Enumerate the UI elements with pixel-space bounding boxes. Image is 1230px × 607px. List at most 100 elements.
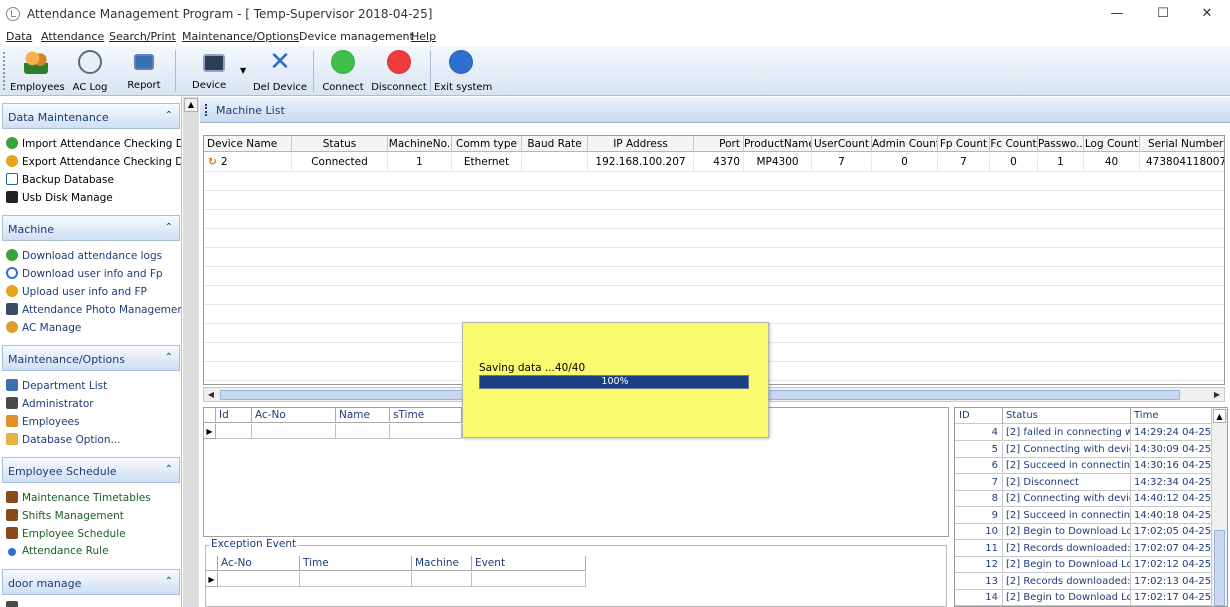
collapse-chevron-icon[interactable]: ⌃ xyxy=(165,222,173,233)
column-header[interactable]: Id xyxy=(216,408,252,423)
column-header[interactable]: Passwo... xyxy=(1038,136,1084,152)
column-header[interactable]: Admin Count xyxy=(872,136,938,152)
ac-log-button[interactable]: AC Log xyxy=(68,48,112,94)
log-row[interactable]: 11[2] Records downloaded: 4017:02:07 04-… xyxy=(955,540,1227,557)
column-header[interactable]: IP Address xyxy=(588,136,694,152)
sidebar-scrollbar[interactable]: ▲ xyxy=(183,97,199,607)
menu-device-management[interactable]: Device management xyxy=(299,30,414,43)
scroll-up-arrow-icon[interactable]: ▲ xyxy=(184,98,198,112)
table-cell[interactable] xyxy=(390,424,462,439)
column-header[interactable]: Status xyxy=(292,136,388,152)
log-row[interactable]: 12 [2] Begin to Download Log 17:02:12 04-2… xyxy=(955,557,1227,573)
employees-button[interactable]: Employees xyxy=(10,48,65,94)
collapse-chevron-icon[interactable]: ⌃ xyxy=(165,576,173,587)
exit-system-button[interactable]: Exit system xyxy=(434,48,492,94)
table-cell[interactable] xyxy=(412,572,472,587)
table-cell[interactable] xyxy=(300,572,412,587)
column-header[interactable]: Device Name xyxy=(204,136,292,152)
column-header[interactable]: Log Count xyxy=(1084,136,1140,152)
table-cell[interactable] xyxy=(216,424,252,439)
device-dropdown-icon[interactable]: ▼ xyxy=(240,66,246,75)
sidebar-section-door-manage[interactable]: door manage ⌃ xyxy=(2,569,180,595)
column-header[interactable]: Comm type xyxy=(452,136,522,152)
column-header[interactable]: Event xyxy=(472,556,586,571)
column-header[interactable]: ID xyxy=(955,408,1003,424)
column-header[interactable]: UserCount xyxy=(812,136,872,152)
menu-maintenance-options[interactable]: Maintenance/Options xyxy=(182,30,299,43)
sidebar-item-shifts-management[interactable]: Shifts Management xyxy=(6,509,124,522)
connect-button[interactable]: Connect xyxy=(320,48,366,94)
del-device-button[interactable]: ✕ Del Device xyxy=(252,48,308,94)
sidebar-item-download-logs[interactable]: Download attendance logs xyxy=(6,249,162,262)
sidebar-item-ac-manage[interactable]: AC Manage xyxy=(6,321,81,334)
column-header[interactable]: Fp Count xyxy=(938,136,990,152)
sidebar-item-photo-management[interactable]: Attendance Photo Management xyxy=(6,303,181,316)
sidebar-item-upload-user-info[interactable]: Upload user info and FP xyxy=(6,285,147,298)
collapse-chevron-icon[interactable]: ⌃ xyxy=(165,464,173,475)
column-header[interactable]: ProductName xyxy=(744,136,812,152)
column-header[interactable]: Baud Rate xyxy=(522,136,588,152)
sidebar-section-data-maintenance[interactable]: Data Maintenance ⌃ xyxy=(2,103,180,129)
device-button[interactable]: Device xyxy=(186,48,242,94)
log-row[interactable]: 14 [2] Begin to Download Log 17:02:17 04-2… xyxy=(955,590,1227,606)
sidebar-item-administrator[interactable]: Administrator xyxy=(6,397,94,410)
close-button[interactable]: ✕ xyxy=(1184,0,1230,28)
log-row[interactable]: 7 [2] Disconnect 14:32:34 04-25 xyxy=(955,474,1227,491)
log-row[interactable]: 5[2] Connecting with device,pl14:30:09 0… xyxy=(955,441,1227,458)
sidebar-item-attendance-rule[interactable]: Attendance Rule xyxy=(6,545,109,557)
table-row[interactable]: ↻ 2 Connected 1 Ethernet 192.168.100.207 … xyxy=(204,153,1224,172)
collapse-chevron-icon[interactable]: ⌃ xyxy=(165,110,173,121)
column-header[interactable]: Serial Number xyxy=(1140,136,1224,152)
column-header[interactable]: Time xyxy=(1131,408,1211,424)
sidebar-item-department-list[interactable]: Department List xyxy=(6,379,107,392)
sidebar-section-employee-schedule[interactable]: Employee Schedule ⌃ xyxy=(2,457,180,483)
sidebar-item-usb-disk[interactable]: Usb Disk Manage xyxy=(6,191,113,204)
table-cell[interactable] xyxy=(336,424,390,439)
table-cell[interactable] xyxy=(472,572,586,587)
log-row[interactable]: 9[2] Succeed in connecting wi14:40:18 04… xyxy=(955,507,1227,524)
sidebar-item-backup-database[interactable]: Backup Database xyxy=(6,173,114,186)
column-header[interactable]: Name xyxy=(336,408,390,423)
column-header[interactable]: MachineNo. xyxy=(388,136,452,152)
sidebar-item-maintenance-timetables[interactable]: Maintenance Timetables xyxy=(6,491,151,504)
scroll-up-arrow-icon[interactable]: ▲ xyxy=(1213,409,1226,423)
scroll-thumb[interactable] xyxy=(1214,530,1225,606)
sidebar-item-download-user-info[interactable]: Download user info and Fp xyxy=(6,267,163,280)
scroll-left-arrow-icon[interactable]: ◀ xyxy=(204,388,218,401)
minimize-button[interactable]: — xyxy=(1094,0,1140,28)
column-header[interactable]: Ac-No xyxy=(218,556,300,571)
report-button[interactable]: Report xyxy=(124,48,164,94)
column-header[interactable]: Time xyxy=(300,556,412,571)
log-row[interactable]: 6[2] Succeed in connecting wi14:30:16 04… xyxy=(955,458,1227,474)
log-vscrollbar[interactable]: ▲ xyxy=(1211,408,1227,606)
log-row[interactable]: 10 [2] Begin to Download Log 17:02:05 04-2… xyxy=(955,524,1227,540)
table-cell[interactable] xyxy=(252,424,336,439)
scroll-right-arrow-icon[interactable]: ▶ xyxy=(1210,388,1224,401)
collapse-chevron-icon[interactable]: ⌃ xyxy=(165,352,173,363)
sidebar-item-door[interactable] xyxy=(6,601,22,607)
log-row[interactable]: 13[2] Records downloaded: 4017:02:13 04-… xyxy=(955,573,1227,590)
log-row[interactable]: 8[2] Connecting with device,pl14:40:12 0… xyxy=(955,491,1227,507)
column-header[interactable]: Status xyxy=(1003,408,1131,424)
column-header[interactable]: Port xyxy=(694,136,744,152)
disconnect-button[interactable]: Disconnect xyxy=(370,48,428,94)
column-header[interactable]: Fc Count xyxy=(990,136,1038,152)
menu-help[interactable]: Help xyxy=(411,30,436,43)
sidebar-item-database-option[interactable]: Database Option... xyxy=(6,433,121,446)
menu-data[interactable]: Data xyxy=(6,30,32,43)
column-header[interactable]: Ac-No xyxy=(252,408,336,423)
sidebar-item-export-attendance[interactable]: Export Attendance Checking Data xyxy=(6,155,181,168)
column-header[interactable]: Machine xyxy=(412,556,472,571)
sidebar-item-employee-schedule[interactable]: Employee Schedule xyxy=(6,527,126,540)
column-header[interactable]: sTime xyxy=(390,408,462,423)
sidebar-section-maintenance[interactable]: Maintenance/Options ⌃ xyxy=(2,345,180,371)
sidebar-item-employees[interactable]: Employees xyxy=(6,415,79,428)
toolbar-grip[interactable] xyxy=(3,52,6,90)
menu-attendance[interactable]: Attendance xyxy=(41,30,104,43)
log-row[interactable]: 4[2] failed in connecting with d14:29:24… xyxy=(955,425,1227,441)
table-cell[interactable] xyxy=(218,572,300,587)
maximize-button[interactable]: ☐ xyxy=(1140,0,1186,28)
sidebar-item-import-attendance[interactable]: Import Attendance Checking Data xyxy=(6,137,181,150)
menu-search-print[interactable]: Search/Print xyxy=(109,30,176,43)
sidebar-section-machine[interactable]: Machine ⌃ xyxy=(2,215,180,241)
